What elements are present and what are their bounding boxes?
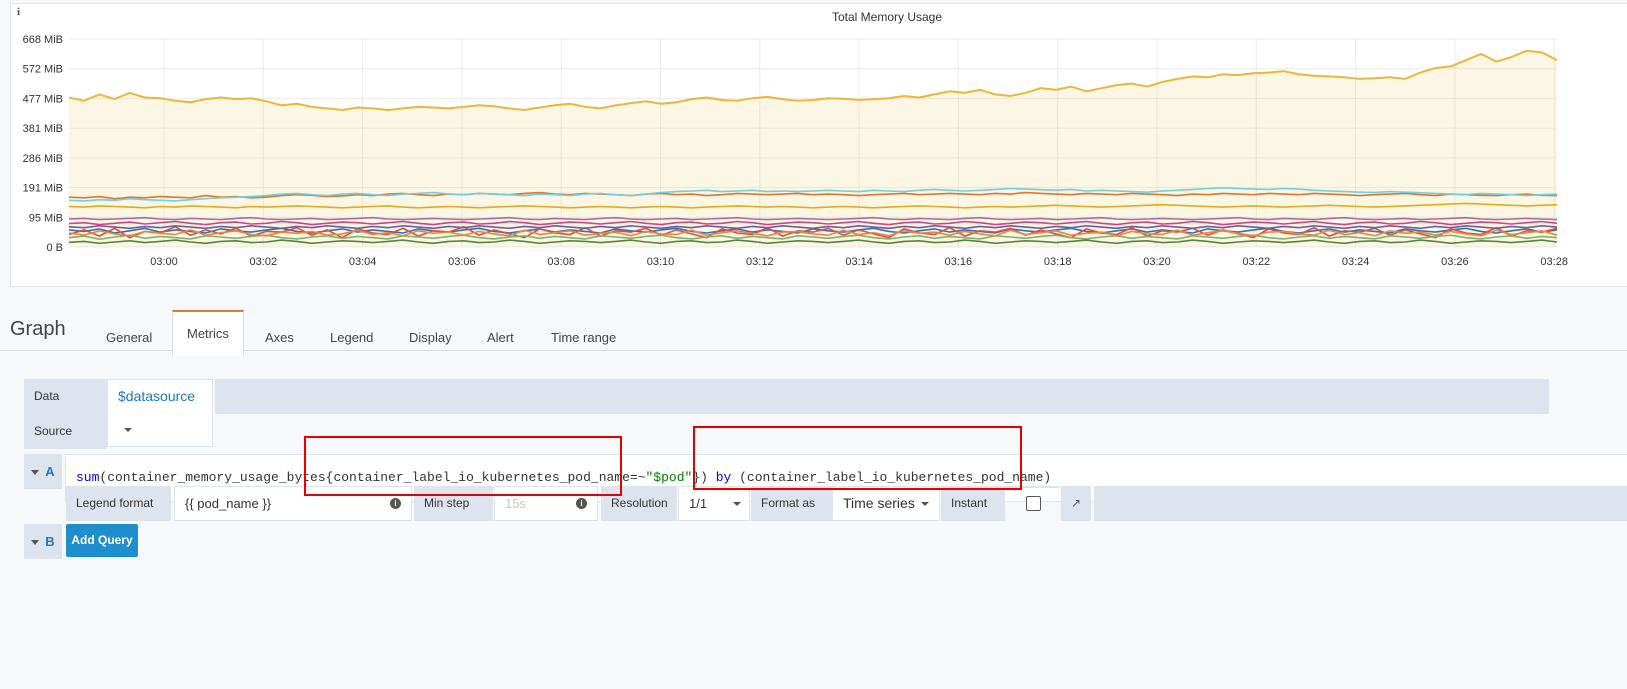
x-tick-label: 03:08 bbox=[547, 256, 575, 268]
y-tick-label: 572 MiB bbox=[23, 64, 63, 76]
instant-label: Instant bbox=[941, 486, 1005, 521]
format-as-label: Format as bbox=[751, 486, 833, 521]
query-a-filler bbox=[1094, 486, 1627, 521]
tab-alert[interactable]: Alert bbox=[473, 320, 528, 355]
y-tick-label: 668 MiB bbox=[23, 34, 63, 46]
datasource-row: Data Source $datasource bbox=[24, 379, 1627, 449]
chart-title: Total Memory Usage bbox=[832, 10, 942, 24]
y-axis: 668 MiB 572 MiB 477 MiB 381 MiB 286 MiB 191 M… bbox=[23, 34, 63, 254]
datasource-select[interactable]: $datasource bbox=[107, 379, 213, 447]
legend-format-label: Legend format bbox=[66, 486, 171, 521]
query-string: "$pod" bbox=[645, 470, 693, 485]
x-tick-label: 03:18 bbox=[1044, 256, 1072, 268]
datasource-value: $datasource bbox=[118, 388, 196, 404]
instant-checkbox[interactable] bbox=[1026, 496, 1041, 511]
format-as-value: Time series bbox=[843, 495, 915, 511]
resolution-value: 1/1 bbox=[689, 496, 708, 511]
x-tick-label: 03:24 bbox=[1342, 256, 1370, 268]
y-tick-label: 95 MiB bbox=[29, 212, 63, 224]
datasource-label: Data Source bbox=[24, 379, 107, 449]
min-step-placeholder: 15s bbox=[505, 496, 526, 511]
x-tick-label: 03:22 bbox=[1243, 256, 1271, 268]
x-tick-label: 03:26 bbox=[1441, 256, 1469, 268]
format-as-select[interactable]: Time series bbox=[832, 486, 940, 521]
tab-axes[interactable]: Axes bbox=[251, 320, 308, 355]
x-tick-label: 03:16 bbox=[945, 256, 973, 268]
tab-display[interactable]: Display bbox=[395, 320, 466, 355]
tab-general[interactable]: General bbox=[92, 320, 166, 355]
memory-usage-chart: Total Memory Usage 668 MiB 572 MiB 477 MiB… bbox=[23, 10, 1568, 268]
share-icon: ↗ bbox=[1071, 496, 1082, 510]
query-a-toggle[interactable]: A bbox=[24, 454, 62, 489]
x-tick-label: 03:10 bbox=[647, 256, 675, 268]
tab-legend[interactable]: Legend bbox=[316, 320, 387, 355]
query-b-letter: B bbox=[45, 534, 55, 549]
y-tick-label: 0 B bbox=[46, 242, 63, 254]
info-icon: i bbox=[576, 498, 587, 509]
x-tick-label: 03:20 bbox=[1143, 256, 1171, 268]
y-tick-label: 286 MiB bbox=[23, 153, 63, 165]
datasource-filler bbox=[215, 379, 1549, 414]
x-tick-label: 03:14 bbox=[845, 256, 873, 268]
chart-series bbox=[68, 49, 1558, 247]
x-tick-label: 03:00 bbox=[150, 256, 178, 268]
query-a-letter: A bbox=[45, 464, 55, 479]
x-tick-label: 03:04 bbox=[349, 256, 377, 268]
inspect-button[interactable]: ↗ bbox=[1061, 486, 1091, 521]
graph-panel: i Total Memory Usage 668 MiB 572 MiB 477 M… bbox=[10, 3, 1627, 287]
x-tick-label: 03:02 bbox=[250, 256, 278, 268]
query-b-toggle[interactable]: B bbox=[24, 524, 62, 559]
collapse-icon bbox=[31, 540, 40, 546]
info-icon: i bbox=[390, 498, 401, 509]
x-tick-label: 03:06 bbox=[448, 256, 476, 268]
annotation-box-pod-filter bbox=[304, 436, 622, 496]
tab-metrics[interactable]: Metrics bbox=[172, 310, 244, 356]
query-fn: sum bbox=[76, 470, 100, 485]
chevron-down-icon bbox=[124, 428, 132, 433]
y-tick-label: 381 MiB bbox=[23, 123, 63, 135]
y-tick-label: 477 MiB bbox=[23, 93, 63, 105]
x-tick-label: 03:28 bbox=[1540, 256, 1568, 268]
x-axis: 03:00 03:02 03:04 03:06 03:08 03:10 03:12 03:14… bbox=[150, 256, 1568, 268]
y-tick-label: 191 MiB bbox=[23, 183, 63, 195]
panel-editor-tabs: Graph General Metrics Axes Legend Displa… bbox=[0, 310, 1627, 356]
chevron-down-icon bbox=[733, 502, 741, 506]
chevron-down-icon bbox=[920, 502, 929, 507]
query-a: A sum(container_memory_usage_bytes{conta… bbox=[24, 426, 1627, 566]
tab-time-range[interactable]: Time range bbox=[537, 320, 630, 355]
add-query-button[interactable]: Add Query bbox=[66, 524, 138, 557]
resolution-select[interactable]: 1/1 bbox=[678, 486, 750, 521]
collapse-icon bbox=[31, 470, 40, 476]
x-tick-label: 03:12 bbox=[746, 256, 774, 268]
annotation-box-group-by bbox=[693, 426, 1022, 490]
legend-format-value: {{ pod_name }} bbox=[185, 496, 272, 511]
panel-type-label: Graph bbox=[10, 318, 66, 340]
